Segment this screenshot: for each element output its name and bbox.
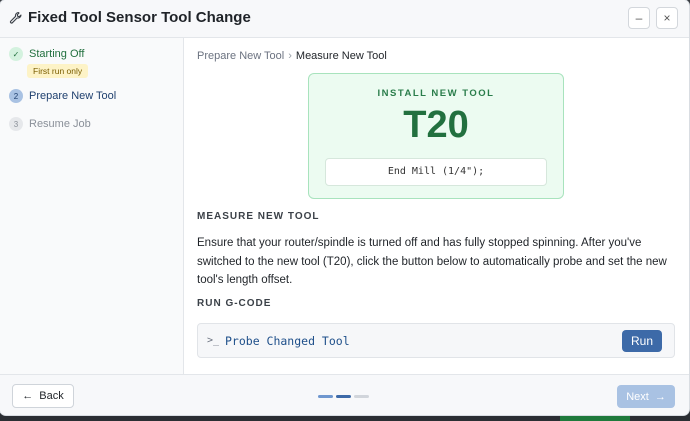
measure-instructions: Ensure that your router/spindle is turne… <box>197 237 667 286</box>
modal-title: Fixed Tool Sensor Tool Change <box>28 9 251 26</box>
first-run-badge: First run only <box>27 64 89 78</box>
step-number: 2 <box>9 89 23 103</box>
run-gcode-heading: RUN G-CODE <box>197 298 272 309</box>
step-label: Starting Off <box>29 48 85 60</box>
next-button[interactable]: Next → <box>617 385 675 408</box>
tool-description: End Mill (1/4"); <box>325 158 547 186</box>
step-label: Prepare New Tool <box>29 90 117 102</box>
next-label: Next <box>626 390 649 403</box>
install-tool-card: INSTALL NEW TOOL T20 End Mill (1/4"); <box>308 73 564 199</box>
modal-header: Fixed Tool Sensor Tool Change – × <box>0 0 689 38</box>
main-content: Prepare New Tool › Measure New Tool INSTAL… <box>184 38 689 374</box>
steps-sidebar: ✓ Starting Off First run only 2 Prepare … <box>0 38 184 374</box>
gcode-macro-row: >_ Probe Changed Tool Run <box>197 323 675 358</box>
wrench-icon <box>9 11 22 24</box>
modal-footer: ← Back Next → <box>0 374 689 415</box>
minimize-icon: – <box>635 11 643 25</box>
breadcrumb: Prepare New Tool › Measure New Tool <box>197 50 387 62</box>
progress-segment <box>354 395 369 398</box>
step-progress <box>318 395 369 398</box>
arrow-right-icon: → <box>654 390 666 403</box>
step-resume-job[interactable]: 3 Resume Job <box>9 117 91 131</box>
close-icon: × <box>663 11 671 25</box>
back-button[interactable]: ← Back <box>12 384 74 408</box>
progress-segment <box>336 395 351 398</box>
breadcrumb-item[interactable]: Prepare New Tool <box>197 50 284 62</box>
tool-number: T20 <box>403 104 469 146</box>
tool-change-modal: Fixed Tool Sensor Tool Change – × ✓ Star… <box>0 0 689 415</box>
breadcrumb-current: Measure New Tool <box>295 50 387 62</box>
close-button[interactable]: × <box>656 7 678 29</box>
measure-heading: MEASURE NEW TOOL <box>197 211 320 222</box>
step-starting-off[interactable]: ✓ Starting Off First run only <box>9 47 89 79</box>
check-icon: ✓ <box>9 47 23 61</box>
arrow-left-icon: ← <box>22 390 34 402</box>
terminal-icon: >_ <box>207 335 220 346</box>
progress-segment <box>318 395 333 398</box>
run-button[interactable]: Run <box>622 330 662 352</box>
breadcrumb-separator: › <box>288 50 292 62</box>
back-label: Back <box>39 390 64 402</box>
install-tool-heading: INSTALL NEW TOOL <box>377 88 495 99</box>
gcode-macro-name: Probe Changed Tool <box>225 334 350 348</box>
step-label: Resume Job <box>29 118 91 130</box>
step-prepare-new-tool[interactable]: 2 Prepare New Tool <box>9 89 116 103</box>
minimize-button[interactable]: – <box>628 7 650 29</box>
step-number: 3 <box>9 117 23 131</box>
